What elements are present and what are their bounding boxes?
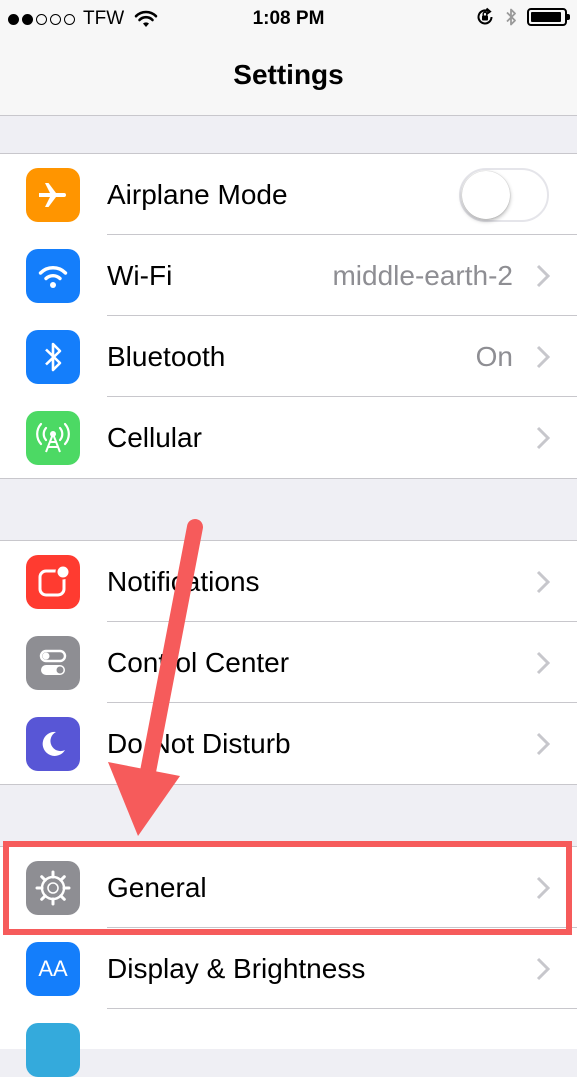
notifications-icon (26, 554, 80, 609)
settings-row-control-center[interactable]: Control Center (0, 622, 577, 703)
chevron-right-icon (536, 732, 550, 755)
text-size-icon-glyph: AA (38, 955, 68, 981)
settings-row-display-brightness[interactable]: AA Display & Brightness (0, 928, 577, 1009)
settings-group-connectivity: Airplane Mode Wi-Fi middle-earth-2 Bluet… (0, 153, 577, 479)
settings-row-general[interactable]: General (0, 847, 577, 928)
status-right (475, 7, 570, 27)
bluetooth-status-value: On (475, 340, 513, 372)
bluetooth-status-icon (506, 8, 516, 26)
settings-row-label: Cellular (107, 421, 202, 453)
airplane-mode-toggle[interactable] (459, 167, 549, 222)
cellular-icon (26, 410, 80, 465)
settings-row-do-not-disturb[interactable]: Do Not Disturb (0, 703, 577, 784)
gear-icon (26, 860, 80, 915)
battery-icon (527, 8, 570, 26)
airplane-icon (26, 167, 80, 222)
settings-row-label: Display & Brightness (107, 952, 366, 984)
wallpaper-icon (26, 1023, 80, 1077)
settings-row-label: Do Not Disturb (107, 727, 291, 759)
settings-row-airplane-mode[interactable]: Airplane Mode (0, 154, 577, 235)
chevron-right-icon (536, 426, 550, 449)
settings-row-notifications[interactable]: Notifications (0, 541, 577, 622)
wifi-network-value: middle-earth-2 (332, 259, 513, 291)
chevron-right-icon (536, 345, 550, 368)
moon-icon (26, 716, 80, 771)
chevron-right-icon (536, 264, 550, 287)
orientation-lock-icon (477, 7, 493, 25)
chevron-right-icon (536, 570, 550, 593)
settings-row-bluetooth[interactable]: Bluetooth On (0, 316, 577, 397)
settings-row-label: General (107, 871, 207, 903)
navigation-bar: Settings (0, 40, 577, 116)
wifi-icon (26, 248, 80, 303)
bluetooth-icon (26, 329, 80, 384)
text-size-icon: AA (26, 941, 80, 996)
chevron-right-icon (536, 957, 550, 980)
settings-group-general: General AA Display & Brightness (0, 846, 577, 1077)
control-center-icon (26, 635, 80, 690)
settings-row-wifi[interactable]: Wi-Fi middle-earth-2 (0, 235, 577, 316)
settings-row-label: Bluetooth (107, 340, 226, 372)
settings-group-notifications: Notifications Control Center Do Not Dist… (0, 540, 577, 785)
settings-row-cellular[interactable]: Cellular (0, 397, 577, 478)
settings-row-label: Wi-Fi (107, 259, 173, 291)
chevron-right-icon (536, 651, 550, 674)
chevron-right-icon (536, 876, 550, 899)
settings-row-label: Notifications (107, 565, 260, 597)
settings-row-label: Airplane Mode (107, 178, 288, 210)
settings-row-partial[interactable] (0, 1009, 577, 1077)
page-title: Settings (233, 59, 344, 90)
settings-row-label: Control Center (107, 646, 290, 678)
status-bar: TFW 1:08 PM (0, 0, 577, 40)
